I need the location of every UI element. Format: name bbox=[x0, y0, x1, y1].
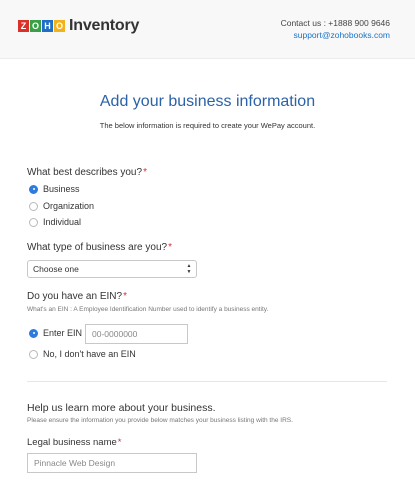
logo-text: Inventory bbox=[69, 17, 140, 34]
select-arrows-icon: ▲ ▼ bbox=[186, 263, 192, 275]
radio-button[interactable] bbox=[29, 184, 38, 194]
radio-individual[interactable]: Individual bbox=[29, 217, 81, 227]
required-mark: * bbox=[123, 291, 127, 302]
contact-info: Contact us : +1888 900 9646 support@zoho… bbox=[281, 17, 390, 41]
describes-label: What best describes you?* bbox=[27, 167, 147, 178]
legal-name-label-text: Legal business name bbox=[27, 437, 117, 448]
radio-no-ein[interactable]: No, I don't have an EIN bbox=[29, 349, 136, 359]
logo-letter: O bbox=[30, 20, 41, 32]
ein-input-placeholder: 00-0000000 bbox=[92, 329, 138, 339]
section2-title: Help us learn more about your business. bbox=[27, 402, 216, 414]
top-header: Z O H O Inventory Contact us : +1888 900… bbox=[0, 0, 415, 59]
radio-label: Organization bbox=[43, 201, 95, 211]
support-email-link[interactable]: support@zohobooks.com bbox=[281, 29, 390, 41]
radio-label: Business bbox=[43, 184, 80, 194]
zoho-inventory-logo[interactable]: Z O H O Inventory bbox=[18, 17, 139, 35]
legal-name-input[interactable]: Pinnacle Web Design bbox=[27, 453, 197, 473]
business-type-label-text: What type of business are you? bbox=[27, 242, 168, 253]
ein-hint: What's an EIN : A Employee Identificatio… bbox=[27, 306, 269, 313]
ein-label: Do you have an EIN?* bbox=[27, 291, 127, 302]
legal-name-placeholder: Pinnacle Web Design bbox=[34, 458, 116, 468]
select-value: Choose one bbox=[33, 264, 79, 274]
radio-button[interactable] bbox=[29, 201, 38, 211]
radio-button[interactable] bbox=[29, 349, 38, 359]
business-type-label: What type of business are you?* bbox=[27, 242, 172, 253]
logo-letter: O bbox=[54, 20, 65, 32]
describes-label-text: What best describes you? bbox=[27, 167, 143, 178]
radio-enter-ein[interactable]: Enter EIN bbox=[29, 328, 82, 338]
required-mark: * bbox=[143, 167, 147, 178]
section-divider bbox=[27, 381, 387, 382]
radio-button[interactable] bbox=[29, 217, 38, 227]
radio-label: No, I don't have an EIN bbox=[43, 349, 136, 359]
ein-label-text: Do you have an EIN? bbox=[27, 291, 123, 302]
logo-letter: H bbox=[42, 20, 53, 32]
required-mark: * bbox=[168, 242, 172, 253]
radio-business[interactable]: Business bbox=[29, 184, 80, 194]
radio-organization[interactable]: Organization bbox=[29, 201, 94, 211]
ein-input[interactable]: 00-0000000 bbox=[85, 324, 188, 344]
business-type-select[interactable]: Choose one ▲ ▼ bbox=[27, 260, 197, 278]
logo-letter: Z bbox=[18, 20, 29, 32]
radio-label: Enter EIN bbox=[43, 328, 83, 338]
legal-name-label: Legal business name* bbox=[27, 437, 122, 448]
page-title: Add your business information bbox=[99, 93, 316, 110]
section2-hint: Please ensure the information you provid… bbox=[27, 417, 293, 424]
radio-label: Individual bbox=[43, 217, 82, 227]
contact-phone: Contact us : +1888 900 9646 bbox=[280, 18, 390, 28]
zoho-letters: Z O H O bbox=[18, 20, 66, 32]
radio-button[interactable] bbox=[29, 328, 38, 338]
page-subtitle: The below information is required to cre… bbox=[99, 121, 316, 130]
required-mark: * bbox=[117, 437, 122, 448]
